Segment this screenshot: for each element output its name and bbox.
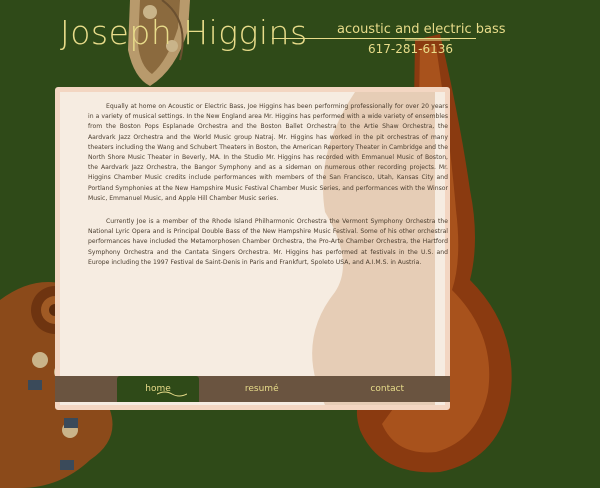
bio-paragraph-1: Equally at home on Acoustic or Electric … — [88, 103, 448, 202]
nav-resume-label: resumé — [244, 384, 279, 394]
bio-content: Equally at home on Acoustic or Electric … — [88, 102, 448, 281]
page: Joseph Higgins acoustic and electric bas… — [0, 0, 600, 488]
bio-paragraph-2: Currently Joe is a member of the Rhode I… — [88, 218, 448, 266]
phone-number: 617-281-6136 — [368, 42, 454, 56]
nav-contact-label: contact — [370, 384, 405, 394]
site-title: Joseph Higgins — [60, 13, 308, 52]
nav-bar: home resumé contact — [55, 376, 450, 402]
nav-home-link[interactable]: home — [117, 376, 199, 402]
swirl-icon — [157, 391, 187, 397]
content-panel: Equally at home on Acoustic or Electric … — [55, 87, 450, 410]
nav-resume-link[interactable]: resumé — [199, 376, 325, 402]
title-rule — [272, 38, 476, 39]
tagline: acoustic and electric bass — [337, 22, 506, 37]
nav-contact-link[interactable]: contact — [325, 376, 451, 402]
